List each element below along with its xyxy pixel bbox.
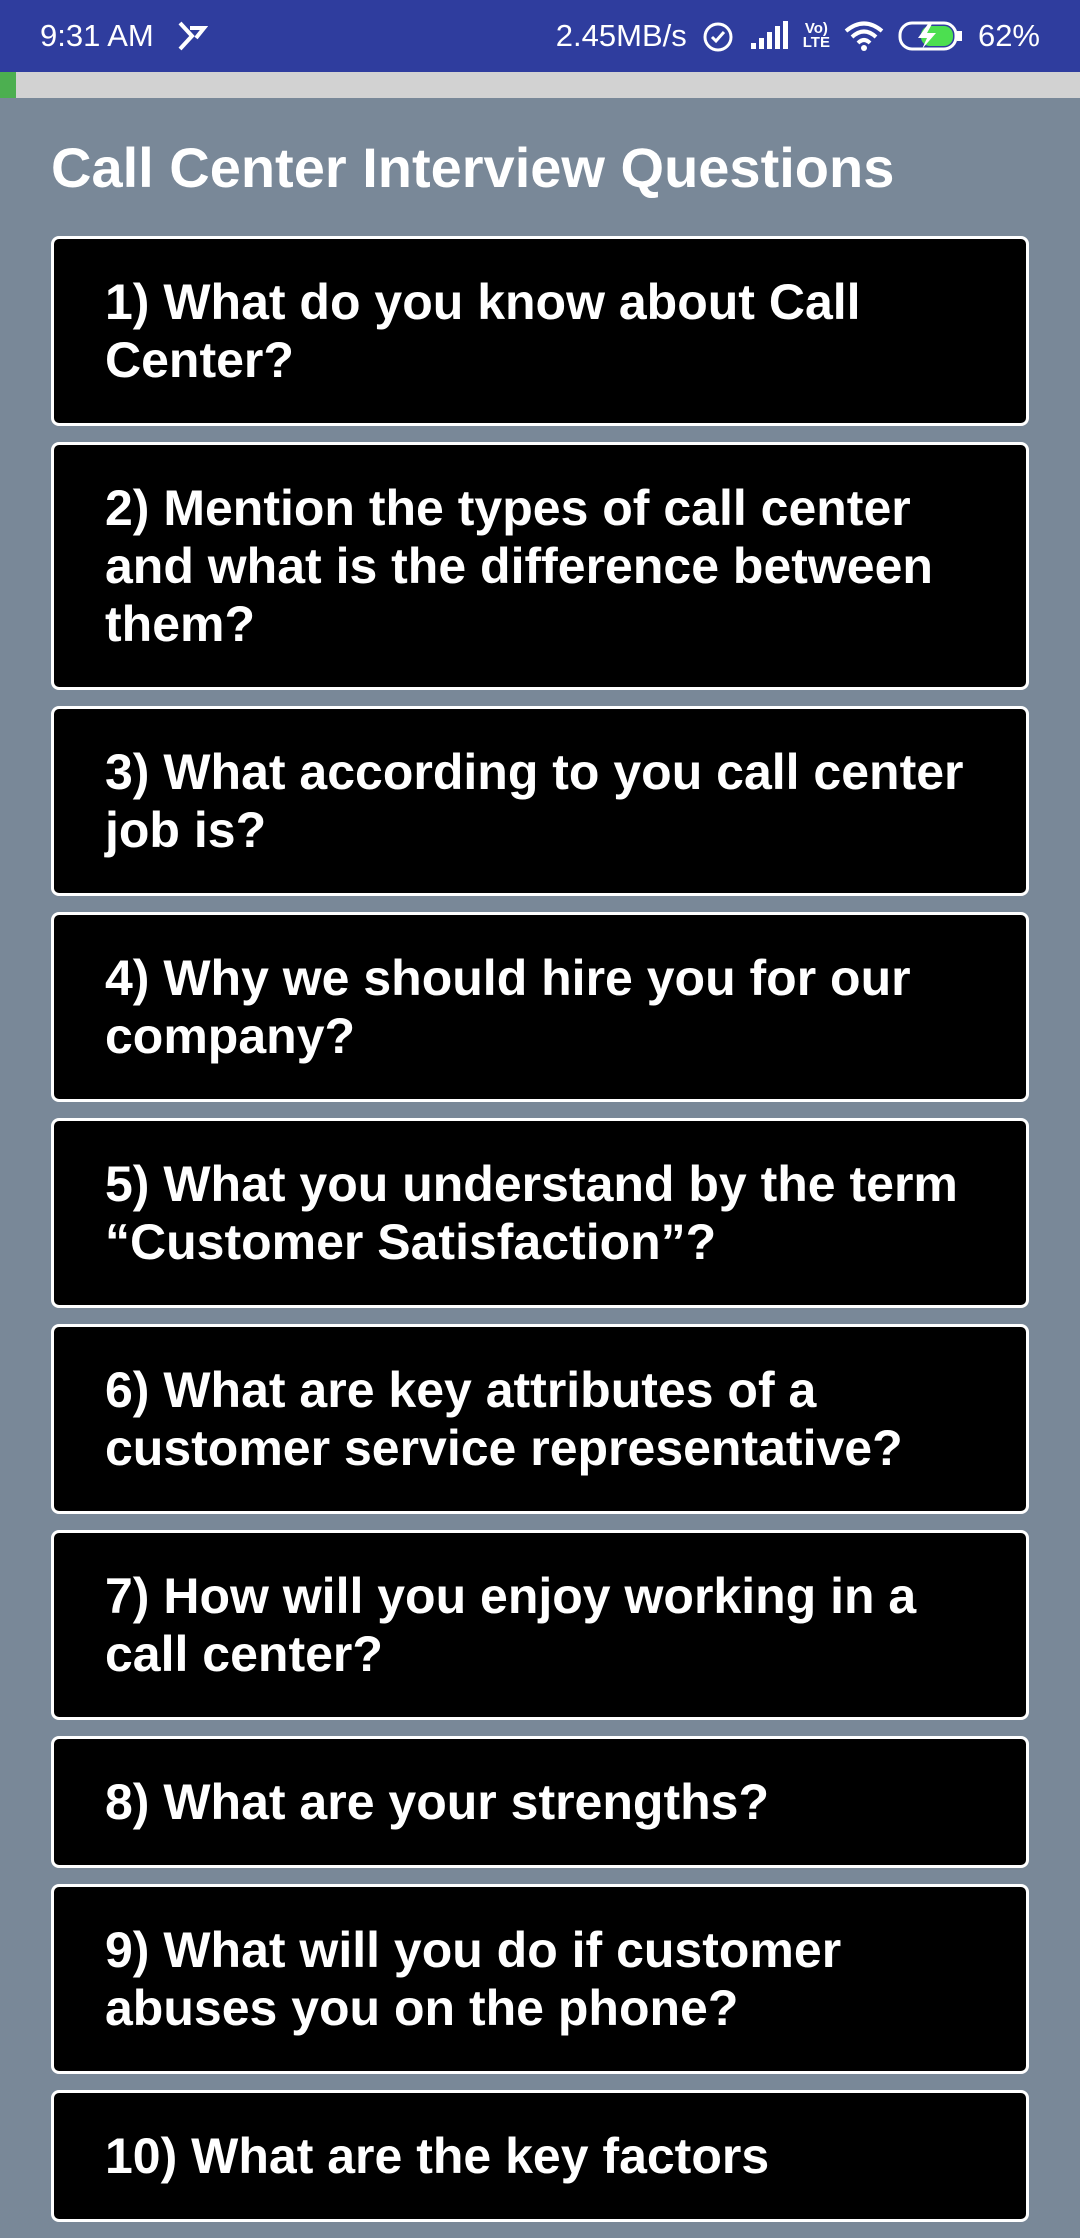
question-text: 6) What are key attributes of a customer…: [105, 1362, 903, 1476]
question-card[interactable]: 5) What you understand by the term “Cust…: [51, 1118, 1029, 1308]
question-text: 5) What you understand by the term “Cust…: [105, 1156, 958, 1270]
volte-icon: Vo) LTE: [802, 20, 830, 51]
question-text: 8) What are your strengths?: [105, 1774, 769, 1830]
question-text: 10) What are the key factors: [105, 2128, 770, 2184]
question-card[interactable]: 10) What are the key factors: [51, 2090, 1029, 2222]
question-text: 7) How will you enjoy working in a call …: [105, 1568, 917, 1682]
question-card[interactable]: 3) What according to you call center job…: [51, 706, 1029, 896]
question-card[interactable]: 1) What do you know about Call Center?: [51, 236, 1029, 426]
battery-charging-icon: [898, 20, 964, 52]
notification-icon: [176, 20, 208, 52]
status-time: 9:31 AM: [40, 18, 154, 53]
question-text: 2) Mention the types of call center and …: [105, 480, 933, 652]
network-speed: 2.45MB/s: [555, 18, 687, 53]
question-card[interactable]: 6) What are key attributes of a customer…: [51, 1324, 1029, 1514]
progress-bar: [0, 72, 1080, 98]
status-bar: 9:31 AM 2.45MB/s Vo) LTE 62%: [0, 0, 1080, 72]
question-text: 4) Why we should hire you for our compan…: [105, 950, 911, 1064]
question-card[interactable]: 9) What will you do if customer abuses y…: [51, 1884, 1029, 2074]
wifi-icon: [844, 20, 884, 52]
question-text: 9) What will you do if customer abuses y…: [105, 1922, 842, 2036]
question-card[interactable]: 7) How will you enjoy working in a call …: [51, 1530, 1029, 1720]
signal-icon: [749, 21, 789, 51]
question-card[interactable]: 2) Mention the types of call center and …: [51, 442, 1029, 690]
progress-fill: [0, 72, 17, 98]
question-text: 3) What according to you call center job…: [105, 744, 964, 858]
question-card[interactable]: 4) Why we should hire you for our compan…: [51, 912, 1029, 1102]
question-card[interactable]: 8) What are your strengths?: [51, 1736, 1029, 1868]
page-title: Call Center Interview Questions: [51, 136, 895, 199]
battery-percent: 62%: [977, 18, 1040, 53]
alarm-icon: [701, 19, 735, 53]
question-text: 1) What do you know about Call Center?: [105, 274, 861, 388]
question-list: 1) What do you know about Call Center? 2)…: [51, 236, 1029, 2238]
